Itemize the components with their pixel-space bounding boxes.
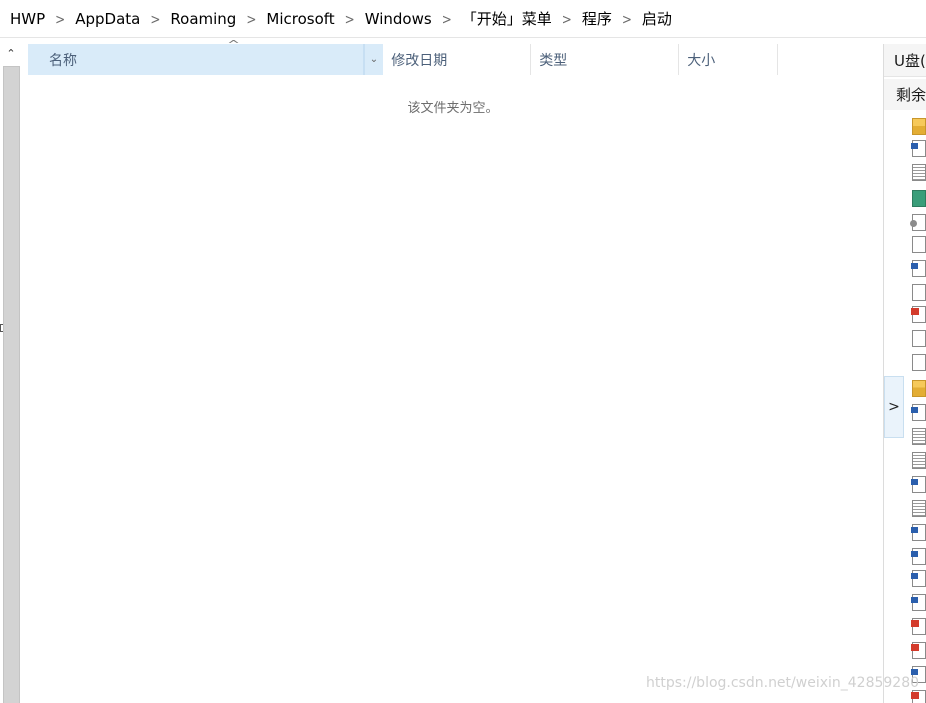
chevron-right-icon[interactable]: > bbox=[345, 10, 355, 27]
chevron-right-icon[interactable]: > bbox=[150, 10, 160, 27]
word-file-icon[interactable] bbox=[911, 548, 926, 565]
folder-file-icon[interactable] bbox=[912, 380, 926, 397]
column-header-name[interactable]: ^ 名称 bbox=[28, 38, 364, 75]
folder-file-icon[interactable] bbox=[912, 118, 926, 135]
navigation-pane-scrollbar[interactable]: ⌃ bbox=[0, 40, 22, 703]
watermark-text: https://blog.csdn.net/weixin_42859280 bbox=[646, 675, 920, 691]
word-file-icon[interactable] bbox=[911, 594, 926, 611]
breadcrumb-item-startup[interactable]: 启动 bbox=[642, 8, 672, 29]
word-file-icon[interactable] bbox=[911, 570, 926, 587]
text-file-icon[interactable] bbox=[912, 164, 926, 181]
breadcrumb-item-programs[interactable]: 程序 bbox=[582, 8, 612, 29]
breadcrumb-item-appdata[interactable]: AppData bbox=[75, 10, 140, 28]
expand-pane-button[interactable]: > bbox=[884, 376, 904, 438]
breadcrumb-item-roaming[interactable]: Roaming bbox=[170, 10, 236, 28]
blank-file-icon[interactable] bbox=[912, 330, 926, 347]
breadcrumb-item-windows[interactable]: Windows bbox=[365, 10, 432, 28]
drive-title: U盘( bbox=[884, 44, 926, 77]
text-file-icon[interactable] bbox=[912, 428, 926, 445]
gear-file-icon[interactable] bbox=[910, 214, 926, 231]
text-file-icon[interactable] bbox=[912, 452, 926, 469]
column-header-row: ^ 名称 ⌄ 修改日期 类型 大小 bbox=[28, 38, 778, 75]
pdf-file-icon[interactable] bbox=[911, 642, 926, 659]
text-file-icon[interactable] bbox=[912, 500, 926, 517]
word-file-icon[interactable] bbox=[911, 260, 926, 277]
column-header-size[interactable]: 大小 bbox=[679, 44, 778, 75]
chevron-right-icon: > bbox=[888, 399, 900, 415]
column-header-date-label: 修改日期 bbox=[391, 52, 448, 69]
details-pane: U盘( 剩余 > bbox=[883, 44, 926, 703]
chevron-right-icon[interactable]: > bbox=[55, 10, 65, 27]
word-file-icon[interactable] bbox=[911, 404, 926, 421]
blank-file-icon[interactable] bbox=[912, 354, 926, 371]
chevron-right-icon[interactable]: > bbox=[562, 10, 572, 27]
scrollbar-thumb[interactable] bbox=[3, 66, 20, 703]
column-header-type[interactable]: 类型 bbox=[531, 44, 680, 75]
breadcrumb-item-hwp[interactable]: HWP bbox=[10, 10, 45, 28]
blank-file-icon[interactable] bbox=[912, 284, 926, 301]
pdf-file-icon[interactable] bbox=[911, 306, 926, 323]
breadcrumb-item-start-menu[interactable]: 「开始」菜单 bbox=[462, 8, 552, 29]
sort-ascending-icon: ^ bbox=[227, 38, 241, 51]
blank-file-icon[interactable] bbox=[912, 236, 926, 253]
column-filter-dropdown[interactable]: ⌄ bbox=[363, 44, 384, 75]
pdf-file-icon[interactable] bbox=[911, 618, 926, 635]
drive-free-space-label: 剩余 bbox=[884, 79, 926, 110]
empty-folder-message: 该文件夹为空。 bbox=[407, 101, 499, 116]
column-header-type-label: 类型 bbox=[539, 52, 568, 69]
word-file-icon[interactable] bbox=[911, 140, 926, 157]
chevron-right-icon[interactable]: > bbox=[246, 10, 256, 27]
img-file-icon[interactable] bbox=[912, 190, 926, 207]
scroll-up-arrow-icon[interactable]: ⌃ bbox=[2, 44, 20, 62]
pdf-file-icon[interactable] bbox=[911, 690, 926, 703]
chevron-right-icon[interactable]: > bbox=[622, 10, 632, 27]
column-header-name-label: 名称 bbox=[49, 52, 77, 69]
chevron-down-icon: ⌄ bbox=[369, 54, 379, 65]
chevron-right-icon[interactable]: > bbox=[442, 10, 452, 27]
column-header-date-modified[interactable]: 修改日期 bbox=[383, 44, 532, 75]
word-file-icon[interactable] bbox=[911, 524, 926, 541]
word-file-icon[interactable] bbox=[911, 476, 926, 493]
breadcrumb-item-microsoft[interactable]: Microsoft bbox=[266, 10, 334, 28]
breadcrumb: HWP > AppData > Roaming > Microsoft > Wi… bbox=[0, 0, 926, 38]
pane-edge-marker bbox=[0, 324, 3, 332]
column-header-size-label: 大小 bbox=[687, 52, 716, 69]
